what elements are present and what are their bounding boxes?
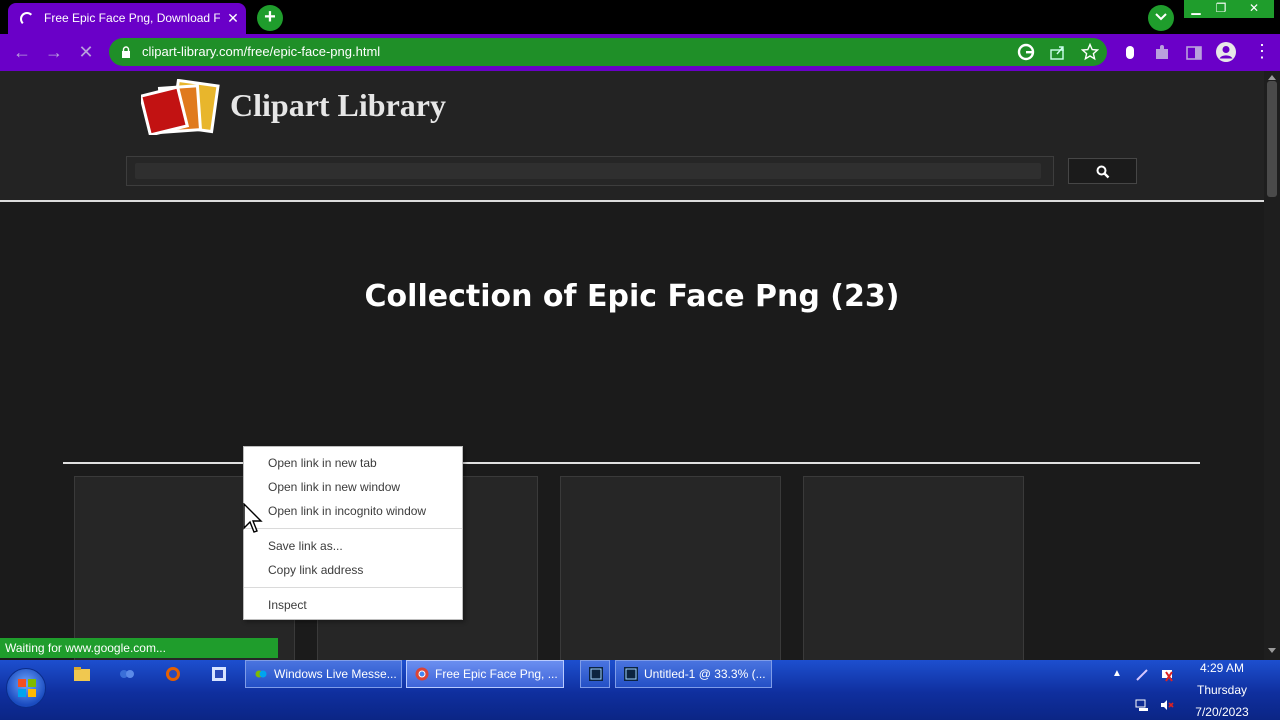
side-panel-icon[interactable]: [1184, 43, 1204, 63]
loading-spinner-icon: [20, 12, 34, 26]
task-label: Free Epic Face Png, ...: [435, 667, 558, 681]
photoshop-icon: [624, 667, 638, 681]
profile-avatar-icon[interactable]: [1215, 41, 1237, 63]
extension-mouse-icon[interactable]: [1120, 43, 1140, 63]
network-icon[interactable]: [1135, 698, 1149, 712]
menu-item-open-new-tab[interactable]: Open link in new tab: [268, 453, 377, 473]
search-button[interactable]: [1068, 158, 1137, 184]
menu-item-inspect[interactable]: Inspect: [268, 595, 307, 615]
status-bubble: Waiting for www.google.com...: [0, 638, 278, 658]
site-logo-text[interactable]: Clipart Library: [230, 87, 446, 124]
minimize-button[interactable]: ▁: [1184, 0, 1208, 18]
close-window-button[interactable]: ✕: [1234, 0, 1274, 18]
pen-tray-icon[interactable]: [1135, 668, 1149, 682]
messenger-icon: [255, 670, 267, 678]
forward-button[interactable]: →: [42, 40, 66, 64]
google-icon[interactable]: [1017, 43, 1035, 61]
bookmark-star-icon[interactable]: [1081, 43, 1099, 61]
clock-time[interactable]: 4:29 AM: [1190, 661, 1254, 675]
menu-separator: [244, 528, 462, 529]
messenger-quicklaunch-icon[interactable]: [118, 666, 136, 682]
photoshop-icon: [589, 667, 603, 681]
menu-item-open-new-window[interactable]: Open link in new window: [268, 477, 400, 497]
scroll-thumb[interactable]: [1267, 81, 1277, 197]
task-label: Windows Live Messe...: [274, 667, 397, 681]
clock-day[interactable]: Thursday: [1190, 683, 1254, 697]
menu-item-copy-link-address[interactable]: Copy link address: [268, 560, 363, 580]
scroll-up-arrow-icon[interactable]: [1268, 75, 1276, 80]
task-label: Untitled-1 @ 33.3% (...: [644, 667, 766, 681]
tab-title: Free Epic Face Png, Download Free Epic F…: [44, 11, 220, 25]
browser-menu-icon[interactable]: ⋮: [1250, 39, 1274, 63]
address-bar[interactable]: clipart-library.com/free/epic-face-png.h…: [109, 38, 1107, 66]
tab-search-button[interactable]: [1148, 5, 1174, 31]
windows-taskbar: Windows Live Messe... Free Epic Face Png…: [0, 660, 1280, 720]
back-button[interactable]: ←: [10, 40, 34, 64]
chrome-icon: [415, 667, 429, 681]
extensions-puzzle-icon[interactable]: [1152, 43, 1172, 63]
menu-item-open-incognito[interactable]: Open link in incognito window: [268, 501, 426, 521]
tab-strip: Free Epic Face Png, Download Free Epic F…: [0, 0, 1280, 34]
url-text: clipart-library.com/free/epic-face-png.h…: [142, 44, 381, 59]
search-input[interactable]: [126, 156, 1054, 186]
share-icon[interactable]: [1049, 43, 1067, 61]
file-explorer-icon[interactable]: [73, 666, 91, 682]
page-scrollbar[interactable]: [1264, 71, 1280, 660]
lock-icon: [122, 46, 130, 58]
taskbar-item-messenger[interactable]: Windows Live Messe...: [245, 660, 402, 688]
start-button[interactable]: [6, 668, 46, 708]
action-center-flag-icon[interactable]: [1160, 668, 1174, 682]
browser-toolbar: ← → ✕ clipart-library.com/free/epic-face…: [0, 34, 1280, 71]
volume-muted-icon[interactable]: [1160, 698, 1174, 712]
new-tab-button[interactable]: +: [257, 5, 283, 31]
chevron-down-icon: [1155, 13, 1167, 21]
windows-logo-icon: [18, 679, 36, 697]
show-hidden-icons-icon[interactable]: ▲: [1112, 668, 1126, 682]
stop-loading-button[interactable]: ✕: [74, 40, 98, 64]
section-divider: [63, 462, 1200, 464]
menu-item-save-link-as[interactable]: Save link as...: [268, 536, 343, 556]
taskbar-item-photoshop-small[interactable]: [580, 660, 610, 688]
web-page: Clipart Library Collection of Epic Face …: [0, 71, 1264, 660]
clipart-library-logo-icon[interactable]: [141, 79, 221, 135]
taskbar-item-chrome[interactable]: Free Epic Face Png, ...: [406, 660, 564, 688]
search-input-field[interactable]: [135, 163, 1041, 179]
site-header: Clipart Library: [0, 71, 1264, 202]
mouse-pointer-icon: [243, 503, 263, 533]
clock-date[interactable]: 7/20/2023: [1190, 705, 1254, 719]
menu-separator: [244, 587, 462, 588]
firefox-icon[interactable]: [164, 666, 182, 682]
page-title: Collection of Epic Face Png (23): [364, 279, 900, 314]
scroll-down-arrow-icon[interactable]: [1268, 648, 1276, 653]
tab-close-icon[interactable]: ✕: [224, 9, 242, 27]
search-icon: [1096, 165, 1110, 179]
context-menu: Open link in new tab Open link in new wi…: [243, 446, 463, 620]
taskbar-item-photoshop[interactable]: Untitled-1 @ 33.3% (...: [615, 660, 772, 688]
restore-button[interactable]: ❐: [1208, 0, 1234, 18]
image-card[interactable]: [803, 476, 1024, 660]
browser-tab[interactable]: Free Epic Face Png, Download Free Epic F…: [8, 3, 246, 34]
image-card[interactable]: [560, 476, 781, 660]
app-shortcut-icon[interactable]: [210, 666, 228, 682]
